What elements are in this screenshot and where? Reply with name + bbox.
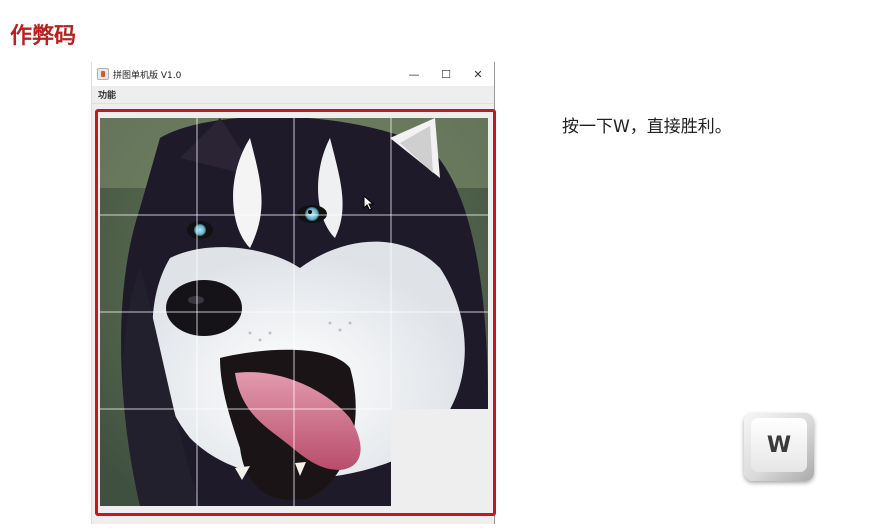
cheat-tip-text: 按一下W，直接胜利。: [562, 117, 732, 137]
menu-bar: 功能: [92, 86, 494, 104]
keyboard-key-icon: W: [744, 413, 814, 481]
mouse-cursor-icon: [363, 195, 375, 211]
key-label: W: [751, 418, 807, 472]
java-app-icon: [97, 68, 109, 80]
red-highlight-box: [95, 109, 496, 516]
menu-function[interactable]: 功能: [98, 88, 116, 101]
maximize-icon[interactable]: ☐: [430, 62, 462, 86]
close-icon[interactable]: ✕: [462, 62, 494, 86]
slide-title: 作弊码: [10, 24, 77, 49]
window-controls: — ☐ ✕: [398, 62, 494, 86]
window-title: 拼图单机版 V1.0: [113, 70, 182, 81]
minimize-icon[interactable]: —: [398, 62, 430, 86]
window-titlebar[interactable]: 拼图单机版 V1.0 — ☐ ✕: [92, 62, 494, 86]
